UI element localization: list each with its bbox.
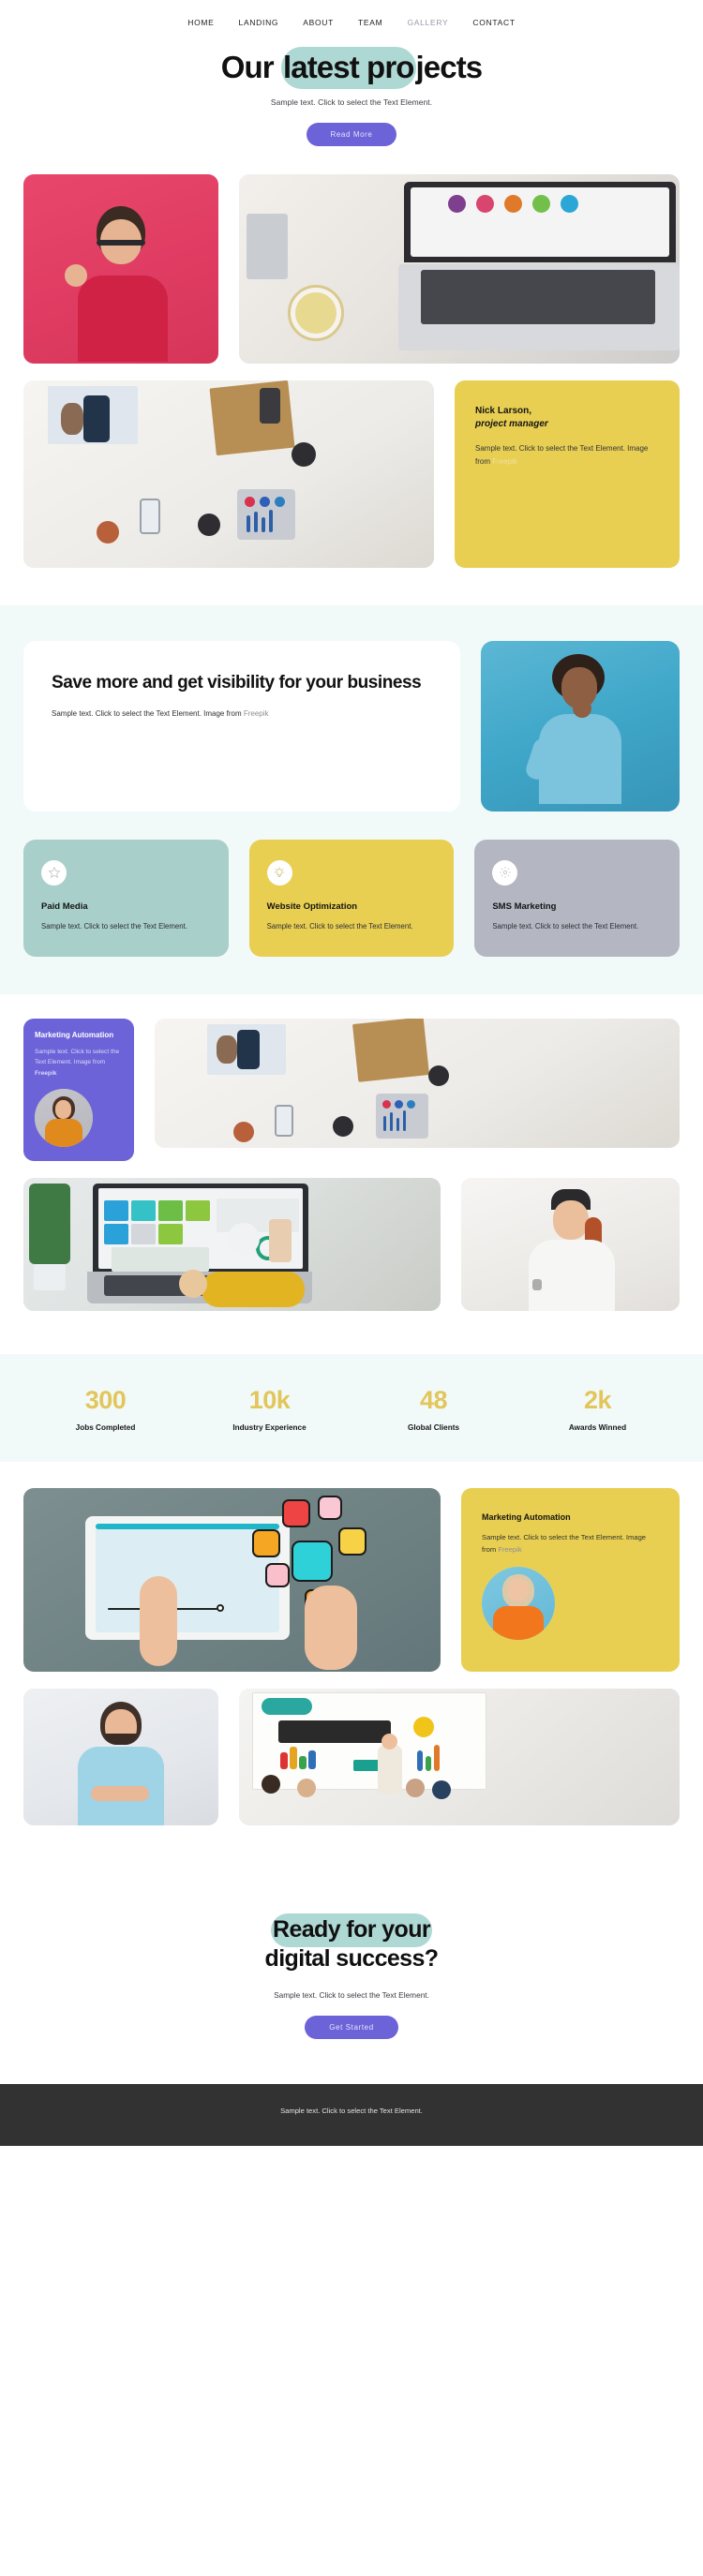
stat-value: 300 <box>84 1386 127 1415</box>
nav-item-gallery[interactable]: GALLERY <box>407 18 448 27</box>
main-navigation: HOME LANDING ABOUT TEAM GALLERY CONTACT <box>0 0 703 45</box>
nav-item-home[interactable]: HOME <box>187 18 214 27</box>
service-title: Paid Media <box>41 901 88 912</box>
freepik-credit-link[interactable]: Freepik <box>35 1070 56 1077</box>
stat-label: Industry Experience <box>232 1423 307 1433</box>
stat-value: 48 <box>419 1386 448 1415</box>
page-title: Our latest projects <box>0 47 703 89</box>
service-title: Website Optimization <box>266 901 358 912</box>
yellow-card-title: Marketing Automation <box>482 1512 571 1523</box>
service-text: Sample text. Click to select the Text El… <box>41 921 187 931</box>
save-more-text: Sample text. Click to select the Text El… <box>52 709 432 718</box>
gallery-image-bearded-man[interactable] <box>23 1689 218 1826</box>
yellow-card-avatar <box>482 1567 555 1641</box>
purple-card-title: Marketing Automation <box>35 1031 114 1040</box>
marketing-automation-yellow-card: Marketing Automation Sample text. Click … <box>461 1488 680 1673</box>
save-more-row: Save more and get visibility for your bu… <box>23 640 680 812</box>
purple-card-body: Sample text. Click to select the Text El… <box>35 1049 120 1066</box>
testimonial-text: Sample text. Click to select the Text El… <box>475 442 659 469</box>
gear-icon <box>492 859 518 886</box>
freepik-credit-link[interactable]: Freepik <box>244 709 269 718</box>
service-card-website-optimization[interactable]: Website Optimization Sample text. Click … <box>248 839 455 958</box>
gallery-image-laptop-marketing[interactable] <box>239 173 680 364</box>
freepik-credit-link[interactable]: Freepik <box>492 457 517 466</box>
save-more-heading: Save more and get visibility for your bu… <box>52 672 422 692</box>
automation-gallery-section: Marketing Automation Sample text. Click … <box>0 994 703 1355</box>
automation-row: Marketing Automation Sample text. Click … <box>23 1019 680 1162</box>
stat-label: Global Clients <box>407 1423 460 1433</box>
yellow-card-text: Sample text. Click to select the Text El… <box>482 1531 659 1556</box>
footer-text: Sample text. Click to select the Text El… <box>280 2106 423 2115</box>
stat-global-clients: 48 Global Clients <box>352 1386 516 1432</box>
nav-item-landing[interactable]: LANDING <box>239 18 279 27</box>
stats-section: 300 Jobs Completed 10k Industry Experien… <box>0 1354 703 1463</box>
hero-title-highlight: latest pro <box>280 47 416 89</box>
purple-card-text: Sample text. Click to select the Text El… <box>35 1047 123 1079</box>
gallery-image-commerce-presentation[interactable] <box>239 1689 680 1826</box>
save-more-body: Sample text. Click to select the Text El… <box>52 709 244 719</box>
save-more-card: Save more and get visibility for your bu… <box>23 640 460 812</box>
service-card-sms-marketing[interactable]: SMS Marketing Sample text. Click to sele… <box>474 839 681 958</box>
gallery-image-laptop-dashboard[interactable] <box>23 1178 441 1312</box>
gallery-row-2: Nick Larson, project manager Sample text… <box>23 380 680 568</box>
service-text: Sample text. Click to select the Text El… <box>266 921 413 931</box>
freepik-credit-link[interactable]: Freepik <box>498 1545 521 1554</box>
testimonial-card: Nick Larson, project manager Sample text… <box>455 380 680 568</box>
get-started-button[interactable]: Get Started <box>305 2015 398 2039</box>
hero-title-pre: Our <box>220 50 281 84</box>
stat-jobs-completed: 300 Jobs Completed <box>23 1386 187 1432</box>
services-row: Paid Media Sample text. Click to select … <box>23 839 681 994</box>
cta-title-line-1: Ready for your <box>270 1913 433 1948</box>
service-title: SMS Marketing <box>492 901 557 912</box>
cta-section: Ready for your digital success? Sample te… <box>0 1867 703 2084</box>
digital-media-row: Marketing Automation Sample text. Click … <box>23 1488 680 1673</box>
marketing-automation-purple-card: Marketing Automation Sample text. Click … <box>23 1019 134 1162</box>
cta-title-line-2: digital success? <box>264 1945 440 1973</box>
bottom-gallery-row <box>23 1689 680 1826</box>
gallery-image-woman-beanie[interactable] <box>461 1178 680 1312</box>
stat-label: Awards Winned <box>568 1423 627 1433</box>
stat-value: 2k <box>583 1386 612 1415</box>
purple-card-avatar <box>35 1089 93 1148</box>
save-more-image[interactable] <box>481 640 680 812</box>
stat-awards-winned: 2k Awards Winned <box>516 1386 680 1432</box>
gallery-row-1 <box>23 173 680 364</box>
testimonial-name: Nick Larson, project manager <box>475 405 659 432</box>
hero-title-post: jects <box>415 50 484 84</box>
cta-subtitle: Sample text. Click to select the Text El… <box>274 1989 429 2000</box>
testimonial-role: project manager <box>475 419 548 430</box>
read-more-button[interactable]: Read More <box>306 122 397 146</box>
digital-media-section: Marketing Automation Sample text. Click … <box>0 1462 703 1868</box>
testimonial-name-text: Nick Larson, <box>475 405 532 416</box>
hero-section: Our latest projects Sample text. Click t… <box>0 45 703 167</box>
star-icon <box>41 859 67 886</box>
cta-title: Ready for your digital success? <box>0 1913 703 1974</box>
save-more-section: Save more and get visibility for your bu… <box>0 604 703 995</box>
gallery-image-digital-media-tablet[interactable] <box>23 1488 441 1673</box>
footer: Sample text. Click to select the Text El… <box>0 2083 703 2146</box>
dashboard-row <box>23 1178 680 1312</box>
stat-label: Jobs Completed <box>75 1423 136 1433</box>
gallery-image-team-meeting-2[interactable] <box>155 1019 680 1149</box>
gallery-section: Nick Larson, project manager Sample text… <box>0 166 703 605</box>
nav-item-contact[interactable]: CONTACT <box>472 18 515 27</box>
service-card-paid-media[interactable]: Paid Media Sample text. Click to select … <box>23 839 229 958</box>
lightbulb-icon <box>266 859 292 886</box>
hero-subtitle: Sample text. Click to select the Text El… <box>270 97 433 107</box>
stat-value: 10k <box>248 1386 291 1415</box>
gallery-image-team-meeting[interactable] <box>23 380 434 568</box>
nav-item-team[interactable]: TEAM <box>358 18 382 27</box>
stat-industry-experience: 10k Industry Experience <box>187 1386 352 1432</box>
nav-item-about[interactable]: ABOUT <box>303 18 334 27</box>
gallery-image-man-ok-gesture[interactable] <box>23 173 218 364</box>
service-text: Sample text. Click to select the Text El… <box>492 921 639 931</box>
